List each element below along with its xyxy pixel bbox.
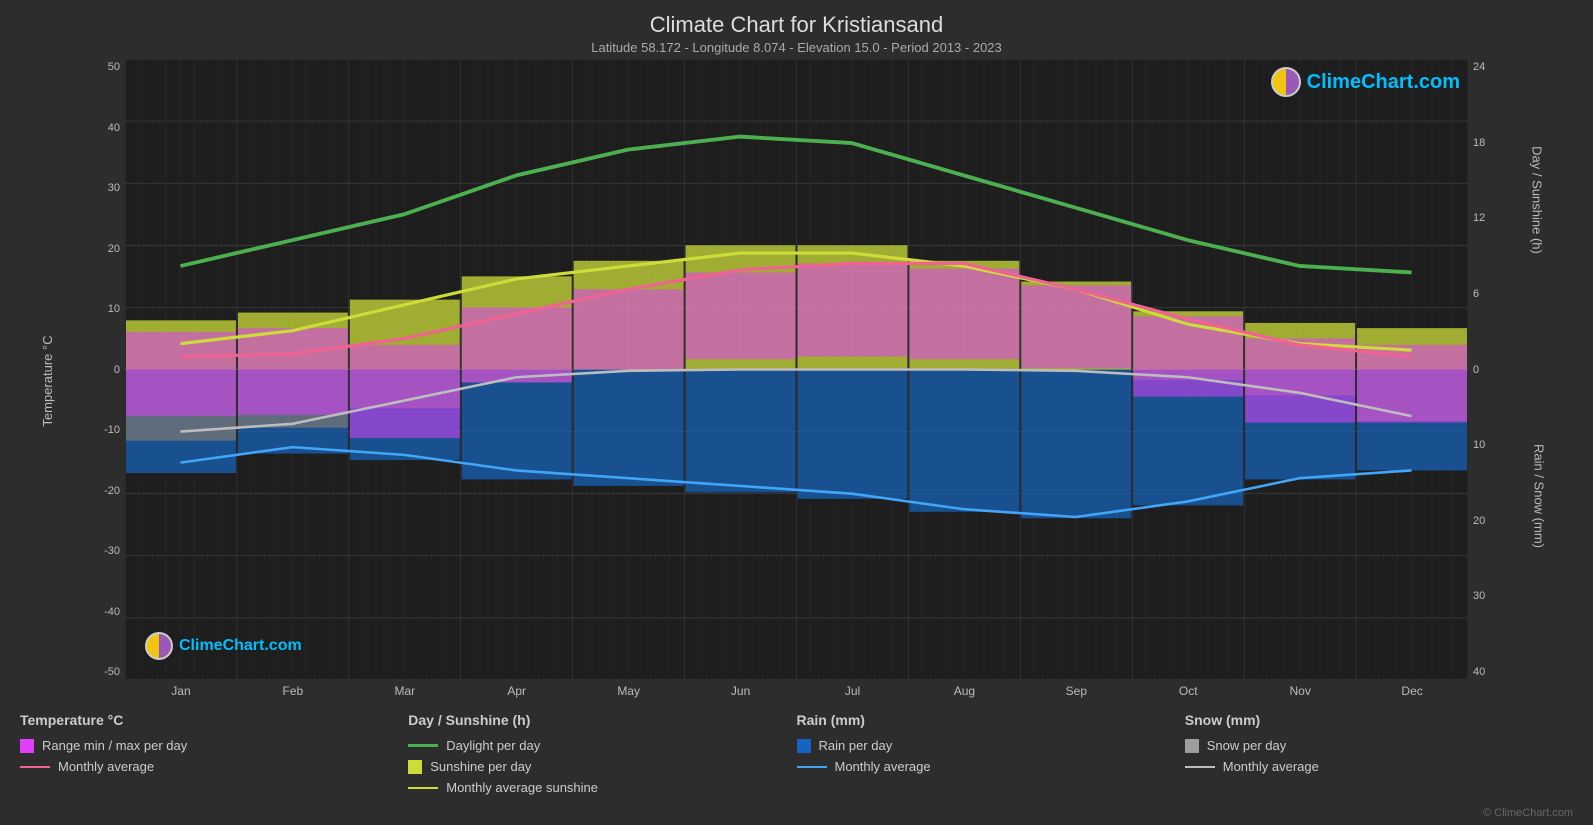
legend-bar-sunshine <box>408 760 422 774</box>
legend-group-snow: Snow (mm) Snow per day Monthly average <box>1185 712 1573 795</box>
legend-bar-temp-range <box>20 739 34 753</box>
chart-subtitle: Latitude 58.172 - Longitude 8.074 - Elev… <box>0 40 1593 55</box>
legend-group-rain: Rain (mm) Rain per day Monthly average <box>797 712 1185 795</box>
chart-svg <box>125 59 1468 680</box>
legend-item-rain-bar: Rain per day <box>797 738 1185 753</box>
page-wrapper: Climate Chart for Kristiansand Latitude … <box>0 0 1593 825</box>
legend-item-temp-avg: Monthly average <box>20 759 408 774</box>
legend-item-temp-range: Range min / max per day <box>20 738 408 753</box>
chart-title: Climate Chart for Kristiansand <box>0 12 1593 38</box>
logo-bottom-left: ClimeChart.com <box>145 632 302 660</box>
copyright: © ClimeChart.com <box>0 805 1593 825</box>
legend-bar-snow <box>1185 739 1199 753</box>
legend-item-sunshine-bar: Sunshine per day <box>408 759 796 774</box>
y-axis-right-top-title: Day / Sunshine (h) <box>1530 147 1545 255</box>
legend-group-temperature: Temperature °C Range min / max per day M… <box>20 712 408 795</box>
legend-item-sunshine-avg: Monthly average sunshine <box>408 780 796 795</box>
legend-title-snow: Snow (mm) <box>1185 712 1573 728</box>
logo-icon-top <box>1271 67 1301 97</box>
legend-item-snow-bar: Snow per day <box>1185 738 1573 753</box>
legend-title-rain: Rain (mm) <box>797 712 1185 728</box>
legend-group-sunshine: Day / Sunshine (h) Daylight per day Suns… <box>408 712 796 795</box>
legend-bar-rain <box>797 739 811 753</box>
logo-icon-bottom <box>145 632 173 660</box>
legend-title-temperature: Temperature °C <box>20 712 408 728</box>
logo-top-right: ClimeChart.com <box>1271 67 1460 97</box>
logo-text-bottom: ClimeChart.com <box>179 637 302 655</box>
legend-item-rain-avg: Monthly average <box>797 759 1185 774</box>
legend-item-snow-avg: Monthly average <box>1185 759 1573 774</box>
legend-line-snow-avg <box>1185 766 1215 768</box>
y-axis-left: 50 40 30 20 10 0 -10 -20 -30 -40 -50 <box>80 59 125 680</box>
legend-title-sunshine: Day / Sunshine (h) <box>408 712 796 728</box>
x-axis: Jan Feb Mar Apr May Jun Jul Aug Sep Oct … <box>125 680 1468 702</box>
legend: Temperature °C Range min / max per day M… <box>0 702 1593 805</box>
legend-line-daylight <box>408 744 438 747</box>
y-axis-left-title: Temperature °C <box>40 335 55 426</box>
y-axis-right-bottom-title: Rain / Snow (mm) <box>1531 444 1546 548</box>
logo-text-top: ClimeChart.com <box>1307 71 1460 94</box>
legend-line-rain-avg <box>797 766 827 768</box>
header: Climate Chart for Kristiansand Latitude … <box>0 0 1593 59</box>
legend-item-daylight: Daylight per day <box>408 738 796 753</box>
chart-area: ClimeChart.com ClimeChart.com <box>125 59 1468 680</box>
y-axis-right: 24 18 12 6 0 10 20 30 40 <box>1468 59 1513 680</box>
legend-line-sunshine-avg <box>408 787 438 789</box>
legend-line-temp-avg <box>20 766 50 768</box>
